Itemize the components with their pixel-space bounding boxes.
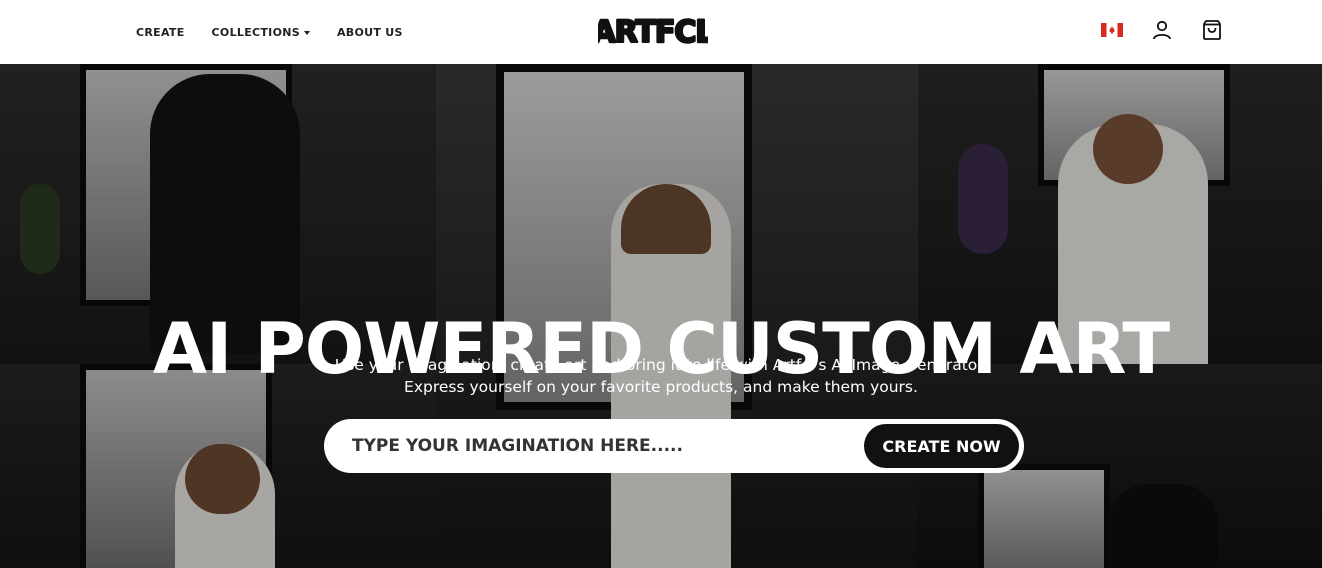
main-nav: CREATE COLLECTIONS ABOUT US — [136, 0, 430, 64]
user-icon[interactable] — [1150, 18, 1174, 42]
nav-about-label: ABOUT US — [336, 25, 403, 39]
create-now-button[interactable]: CREATE NOW — [864, 424, 1019, 468]
nav-about-us[interactable]: ABOUT US — [337, 26, 403, 39]
site-header: CREATE COLLECTIONS ABOUT US ARTFCL — [0, 0, 1322, 64]
imagination-input[interactable] — [352, 419, 852, 473]
shopping-bag-icon[interactable] — [1200, 18, 1224, 42]
nav-create-label: CREATE — [136, 25, 185, 39]
site-logo[interactable]: ARTFCL — [591, 8, 716, 54]
canada-flag-icon[interactable] — [1100, 18, 1124, 42]
hero-subtitle-line-2: Express yourself on your favorite produc… — [404, 378, 918, 396]
nav-collections-label: COLLECTIONS — [211, 25, 300, 39]
nav-create[interactable]: CREATE — [136, 26, 185, 39]
imagination-search-bar: CREATE NOW — [324, 419, 1024, 473]
nav-collections[interactable]: COLLECTIONS — [212, 26, 310, 39]
header-actions — [1100, 18, 1224, 42]
hero-section: AI POWERED CUSTOM ART Use your imaginati… — [0, 64, 1322, 568]
caret-down-icon — [303, 30, 310, 35]
svg-text:ARTFCL: ARTFCL — [598, 15, 708, 50]
hero-subtitle-line-1: Use your imagination, create art and bri… — [334, 356, 988, 374]
hero-subtitle: Use your imagination, create art and bri… — [0, 354, 1322, 398]
